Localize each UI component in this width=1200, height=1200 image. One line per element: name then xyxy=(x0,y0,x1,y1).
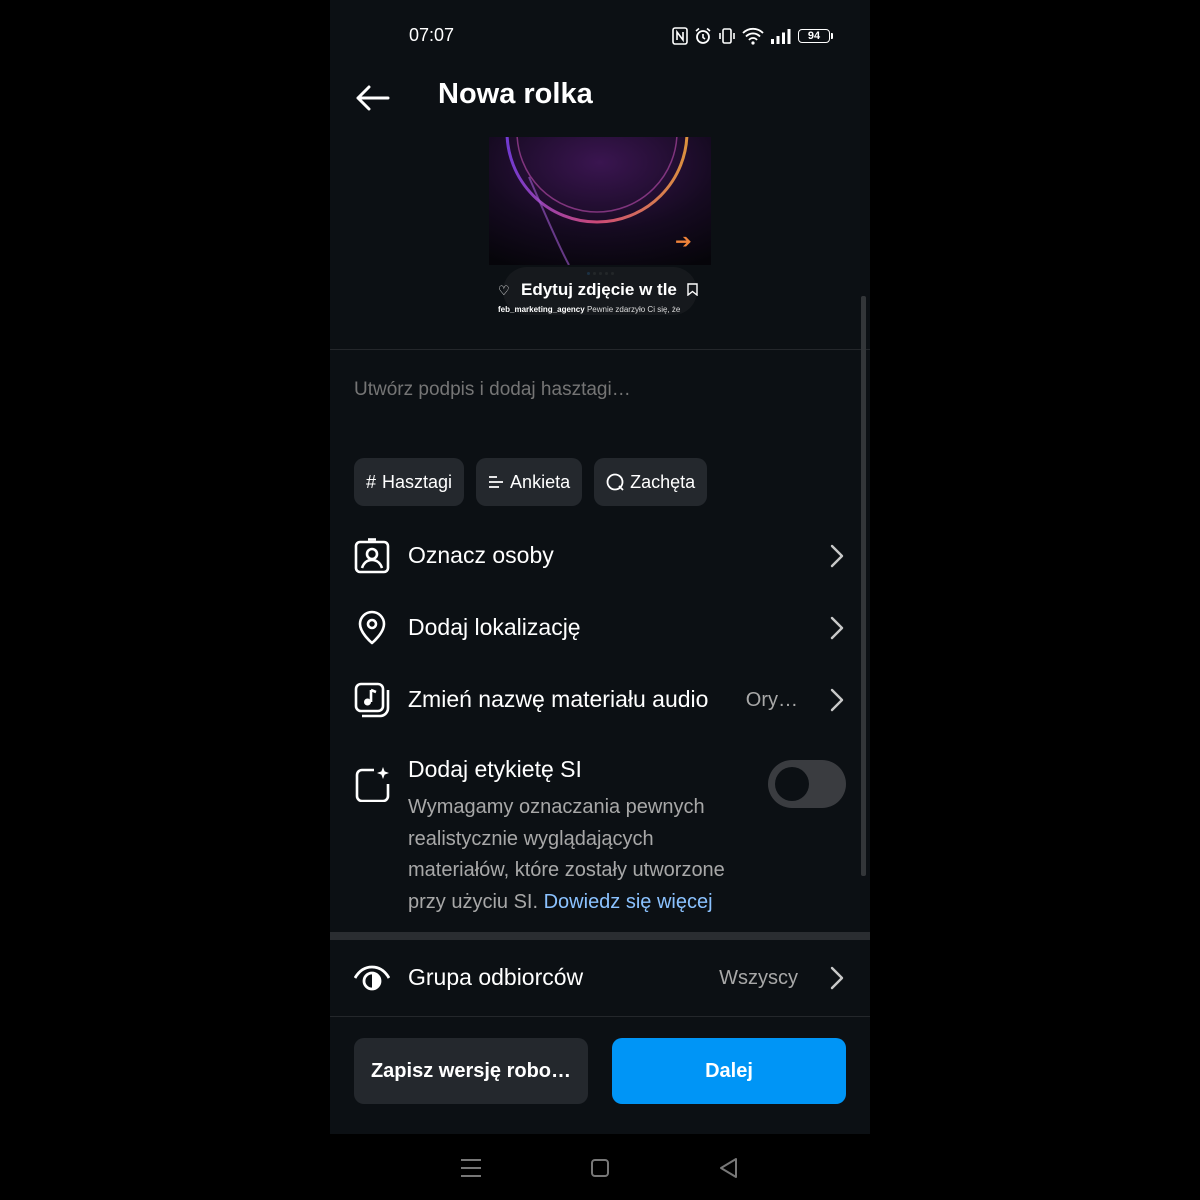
chip-poll[interactable]: Ankieta xyxy=(476,458,583,506)
section-divider xyxy=(330,932,870,940)
preview-account: feb_marketing_agency xyxy=(498,305,585,314)
row-tag-people[interactable]: Oznacz osoby xyxy=(330,524,870,586)
nfc-icon xyxy=(672,27,688,45)
status-icons: 94 xyxy=(672,24,833,48)
row-value: Ory… xyxy=(745,689,798,711)
battery-level: 94 xyxy=(807,30,821,42)
heart-icon: ♡ xyxy=(498,283,510,298)
divider xyxy=(330,349,870,350)
chip-hashtags[interactable]: # Hasztagi xyxy=(354,458,465,506)
save-draft-button[interactable]: Zapisz wersję robo… xyxy=(354,1038,588,1104)
row-label: Zmień nazwę materiału audio xyxy=(408,686,709,712)
chip-prompt[interactable]: Zachęta xyxy=(594,458,708,506)
chip-label: Ankieta xyxy=(510,471,571,492)
ai-sparkle-icon xyxy=(354,766,390,807)
chip-label: Zachęta xyxy=(630,471,696,492)
arrow-left-icon xyxy=(352,85,392,120)
arrow-right-icon: ➔ xyxy=(675,231,692,253)
ai-label-section: Dodaj etykietę SI Wymagamy oznaczania pe… xyxy=(330,752,870,922)
location-pin-icon xyxy=(354,610,390,646)
chevron-right-icon xyxy=(830,616,844,640)
phone-screen: 07:07 94 Nowa rolka ➔ ♡ Edytuj zdjęcie w… xyxy=(330,0,870,1134)
divider xyxy=(330,1016,870,1017)
signal-icon xyxy=(770,28,792,44)
learn-more-link[interactable]: Dowiedz się więcej xyxy=(544,891,713,913)
preview-caption: feb_marketing_agency Pewnie zdarzyło Ci … xyxy=(498,305,680,314)
bookmark-icon xyxy=(687,283,698,299)
caption-input[interactable] xyxy=(354,376,834,404)
page-title: Nowa rolka xyxy=(438,78,593,110)
wifi-icon xyxy=(742,27,764,45)
row-label: Dodaj lokalizację xyxy=(408,614,581,640)
tag-people-icon xyxy=(354,538,390,574)
caption-chips: # Hasztagi Ankieta Zachęta xyxy=(354,458,708,506)
ai-label-toggle[interactable] xyxy=(768,760,846,808)
ai-label-title: Dodaj etykietę SI xyxy=(408,756,582,782)
back-button[interactable] xyxy=(352,80,392,116)
alarm-icon xyxy=(694,27,712,45)
header: Nowa rolka xyxy=(330,70,870,122)
poll-icon xyxy=(488,475,504,489)
chip-label: Hasztagi xyxy=(382,471,453,492)
chevron-right-icon xyxy=(830,966,844,990)
eye-icon xyxy=(353,960,391,996)
system-nav-bar xyxy=(0,1134,1200,1200)
scrollbar[interactable] xyxy=(861,296,866,876)
ai-label-description: Wymagamy oznaczania pewnych realistyczni… xyxy=(408,792,758,918)
chevron-right-icon xyxy=(830,688,844,712)
toggle-knob xyxy=(775,767,809,801)
next-button[interactable]: Dalej xyxy=(612,1038,846,1104)
back-nav-button[interactable] xyxy=(709,1154,749,1184)
row-add-location[interactable]: Dodaj lokalizację xyxy=(330,596,870,658)
row-rename-audio[interactable]: Zmień nazwę materiału audio Ory… xyxy=(330,668,870,730)
status-bar: 07:07 94 xyxy=(330,0,870,70)
row-label: Grupa odbiorców xyxy=(408,964,584,990)
prompt-icon xyxy=(606,473,624,491)
battery-icon: 94 xyxy=(798,29,833,43)
preview-caption-text: Pewnie zdarzyło Ci się, że xyxy=(586,305,681,314)
preview-image: ➔ xyxy=(489,137,711,265)
menu-nav-button[interactable] xyxy=(451,1154,491,1184)
home-nav-button[interactable] xyxy=(580,1154,620,1184)
edit-background-label: Edytuj zdjęcie w tle xyxy=(521,280,677,299)
status-time: 07:07 xyxy=(409,25,455,45)
row-label: Oznacz osoby xyxy=(408,542,554,568)
reel-preview[interactable]: ➔ ♡ Edytuj zdjęcie w tle feb_marketing_a… xyxy=(489,137,711,320)
vibrate-icon xyxy=(718,27,736,45)
chevron-right-icon xyxy=(830,544,844,568)
audio-icon xyxy=(354,682,390,718)
row-audience[interactable]: Grupa odbiorców Wszyscy xyxy=(330,946,870,1008)
row-value: Wszyscy xyxy=(719,967,798,989)
hash-icon: # xyxy=(366,471,377,492)
